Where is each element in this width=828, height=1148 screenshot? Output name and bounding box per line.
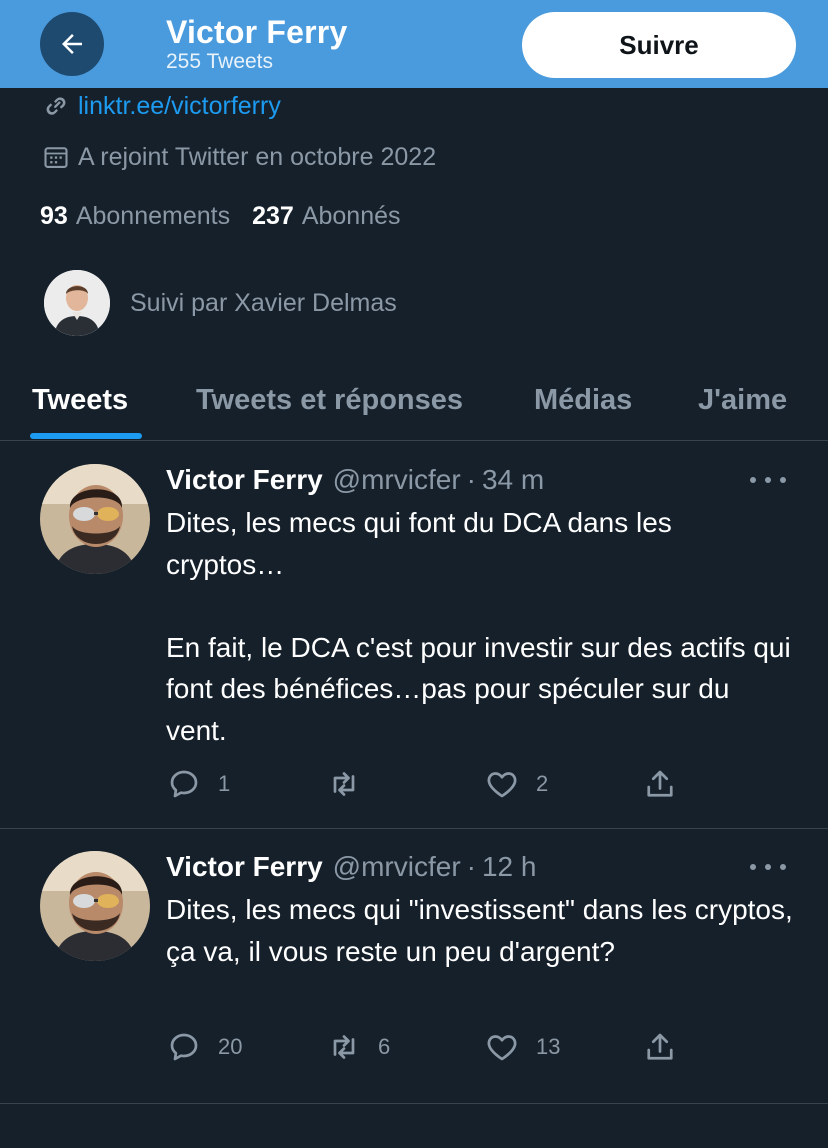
reply-count: 1 bbox=[218, 771, 231, 796]
profile-name-title: Victor Ferry bbox=[166, 14, 348, 50]
tweet-header: Victor Ferry @mrvicfer · 34 m bbox=[166, 462, 544, 498]
profile-website-link[interactable]: linktr.ee/victorferry bbox=[78, 92, 281, 121]
followed-by-row[interactable]: Suivi par Xavier Delmas bbox=[44, 270, 397, 336]
more-options-icon[interactable] bbox=[750, 857, 786, 877]
tab-media[interactable]: Médias bbox=[534, 360, 632, 440]
reply-icon bbox=[170, 770, 198, 798]
calendar-icon bbox=[44, 147, 68, 168]
active-tab-indicator bbox=[30, 433, 142, 439]
share-icon bbox=[647, 1033, 673, 1060]
like-count: 13 bbox=[536, 1034, 561, 1059]
profile-tabs: Tweets Tweets et réponses Médias J'aime bbox=[0, 360, 828, 441]
following-stat[interactable]: 93 Abonnements bbox=[40, 202, 230, 231]
followers-label: Abonnés bbox=[301, 201, 401, 230]
tweet-timestamp[interactable]: 12 h bbox=[482, 851, 537, 883]
reply-icon bbox=[170, 1033, 198, 1061]
more-options-icon[interactable] bbox=[750, 470, 786, 490]
avatar bbox=[44, 270, 110, 336]
tab-tweets[interactable]: Tweets bbox=[32, 360, 128, 440]
like-button[interactable]: 2 bbox=[484, 766, 548, 802]
tweet-text: Dites, les mecs qui font du DCA dans les… bbox=[166, 507, 791, 746]
back-button[interactable] bbox=[40, 12, 104, 76]
tweet-timestamp[interactable]: 34 m bbox=[482, 464, 544, 496]
separator-dot: · bbox=[466, 464, 476, 495]
follow-button[interactable]: Suivre bbox=[522, 12, 796, 78]
tweet-header: Victor Ferry @mrvicfer · 12 h bbox=[166, 849, 536, 885]
following-count: 93 bbox=[40, 201, 68, 230]
tweet-avatar[interactable] bbox=[40, 464, 150, 574]
tweet-avatar[interactable] bbox=[40, 851, 150, 961]
separator-dot: · bbox=[466, 851, 476, 882]
retweet-icon bbox=[333, 1035, 355, 1059]
top-bar: Victor Ferry 255 Tweets Suivre bbox=[0, 0, 828, 88]
tweet-author-name[interactable]: Victor Ferry bbox=[166, 464, 323, 496]
join-date-row: A rejoint Twitter en octobre 2022 bbox=[42, 139, 436, 175]
link-icon bbox=[46, 97, 66, 115]
share-button[interactable] bbox=[642, 1029, 678, 1065]
retweet-icon bbox=[333, 772, 355, 796]
reply-count: 20 bbox=[218, 1034, 243, 1059]
follow-stats: 93 Abonnements 237 Abonnés bbox=[40, 198, 401, 234]
heart-icon bbox=[487, 772, 517, 798]
profile-link-row: linktr.ee/victorferry bbox=[42, 88, 281, 124]
share-button[interactable] bbox=[642, 766, 678, 802]
arrow-left-icon bbox=[62, 34, 82, 54]
tweet-author-handle[interactable]: @mrvicfer bbox=[333, 464, 461, 496]
tweet-item[interactable]: Victor Ferry @mrvicfer · 12 h Dites, les… bbox=[0, 829, 828, 1104]
reply-button[interactable]: 1 bbox=[166, 766, 230, 802]
tab-tweets-and-replies[interactable]: Tweets et réponses bbox=[196, 360, 463, 440]
tab-likes[interactable]: J'aime bbox=[698, 360, 787, 440]
retweet-count: 6 bbox=[378, 1034, 391, 1059]
like-button[interactable]: 13 bbox=[484, 1029, 560, 1065]
like-count: 2 bbox=[536, 771, 549, 796]
join-date-text: A rejoint Twitter en octobre 2022 bbox=[78, 142, 437, 171]
share-icon bbox=[647, 770, 673, 797]
tweet-item[interactable]: Victor Ferry @mrvicfer · 34 m Dites, les… bbox=[0, 442, 828, 829]
retweet-button[interactable]: 6 bbox=[326, 1029, 390, 1065]
heart-icon bbox=[487, 1035, 517, 1061]
retweet-button[interactable] bbox=[326, 766, 378, 802]
followers-count: 237 bbox=[252, 201, 294, 230]
followed-by-text: Suivi par Xavier Delmas bbox=[130, 288, 397, 317]
followers-stat[interactable]: 237 Abonnés bbox=[252, 202, 400, 231]
reply-button[interactable]: 20 bbox=[166, 1029, 242, 1065]
tweet-author-handle[interactable]: @mrvicfer bbox=[333, 851, 461, 883]
tweet-author-name[interactable]: Victor Ferry bbox=[166, 851, 323, 883]
following-label: Abonnements bbox=[75, 201, 231, 230]
tweet-text: Dites, les mecs qui "investissent" dans … bbox=[166, 894, 793, 967]
tweet-count: 255 Tweets bbox=[166, 50, 274, 73]
